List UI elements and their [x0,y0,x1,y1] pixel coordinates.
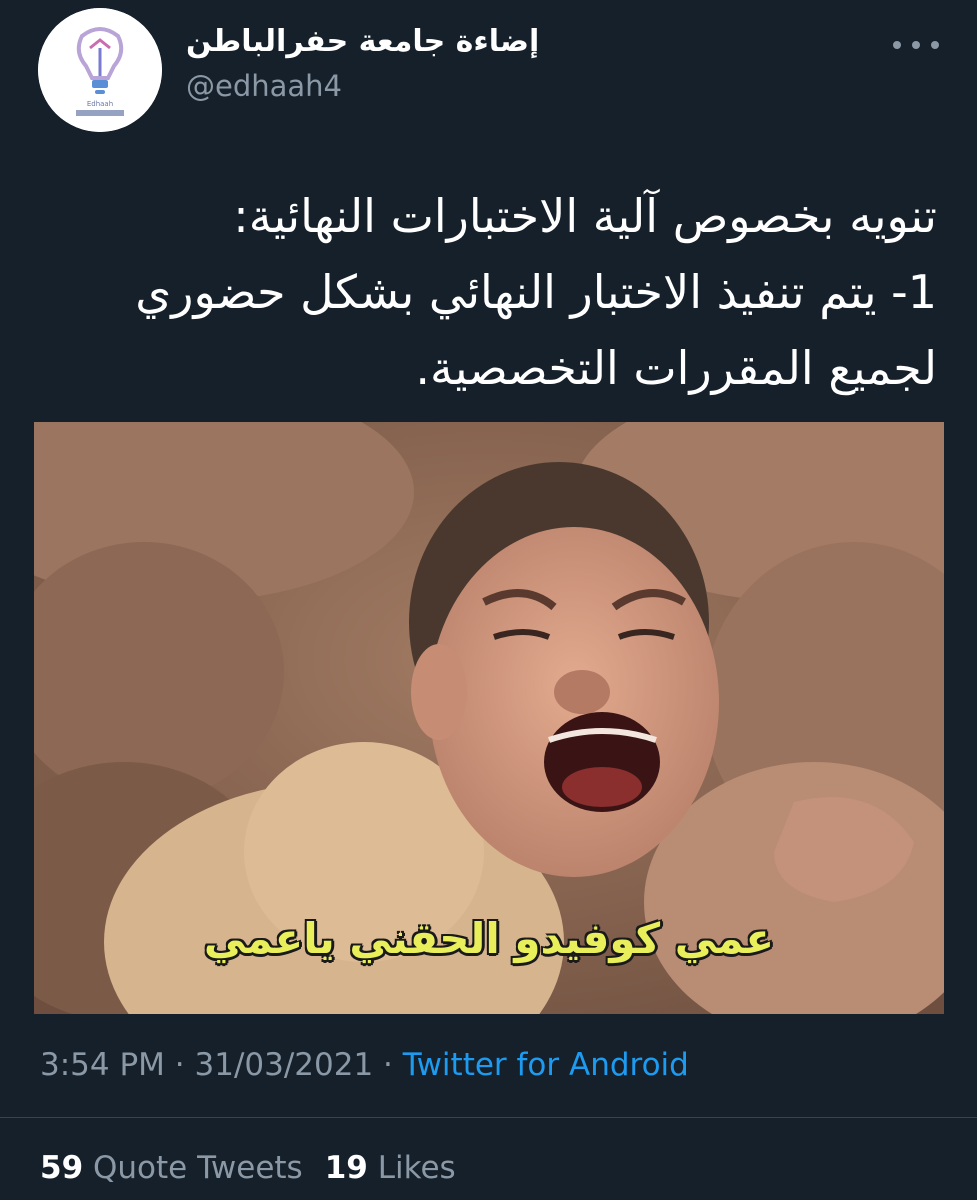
more-dot [912,41,920,49]
tweet-stats: 59 Quote Tweets 19 Likes [40,1148,456,1188]
quote-tweets-stat[interactable]: 59 Quote Tweets [40,1150,303,1186]
tweet-line: تنويه بخصوص آلية الاختبارات النهائية: [233,189,937,243]
edhaah-logo-icon: Edhaah [38,8,162,132]
quote-count: 59 [40,1150,84,1186]
tweet-line: 1- يتم تنفيذ الاختبار النهائي بشكل حضوري [135,265,937,319]
like-label: Likes [377,1150,456,1186]
like-count: 19 [324,1150,368,1186]
tweet-media[interactable]: عمي كوفيدو الحقني ياعمي [34,422,944,1014]
meme-caption: عمي كوفيدو الحقني ياعمي [203,914,775,963]
meta-separator: · [174,1047,185,1083]
divider [0,1117,977,1118]
account-names: إضاءة جامعة حفرالباطن @edhaah4 [186,20,586,106]
handle[interactable]: @edhaah4 [186,66,586,106]
more-dot [893,41,901,49]
tweet-date[interactable]: 31/03/2021 [195,1047,374,1083]
likes-stat[interactable]: 19 Likes [325,1150,456,1186]
meta-separator: · [383,1047,393,1083]
more-options-icon[interactable] [893,30,939,60]
tweet-time[interactable]: 3:54 PM [40,1047,165,1083]
tweet-line: لجميع المقررات التخصصية. [415,341,937,395]
more-dot [931,41,939,49]
quote-label: Quote Tweets [93,1150,303,1186]
tweet-meta: 3:54 PM · 31/03/2021 · Twitter for Andro… [40,1045,689,1085]
avatar[interactable]: Edhaah [38,8,162,132]
svg-text:Edhaah: Edhaah [87,100,113,108]
tweet-source-link[interactable]: Twitter for Android [403,1047,689,1083]
display-name[interactable]: إضاءة جامعة حفرالباطن [186,20,586,64]
tweet-text: تنويه بخصوص آلية الاختبارات النهائية: 1-… [37,178,937,406]
